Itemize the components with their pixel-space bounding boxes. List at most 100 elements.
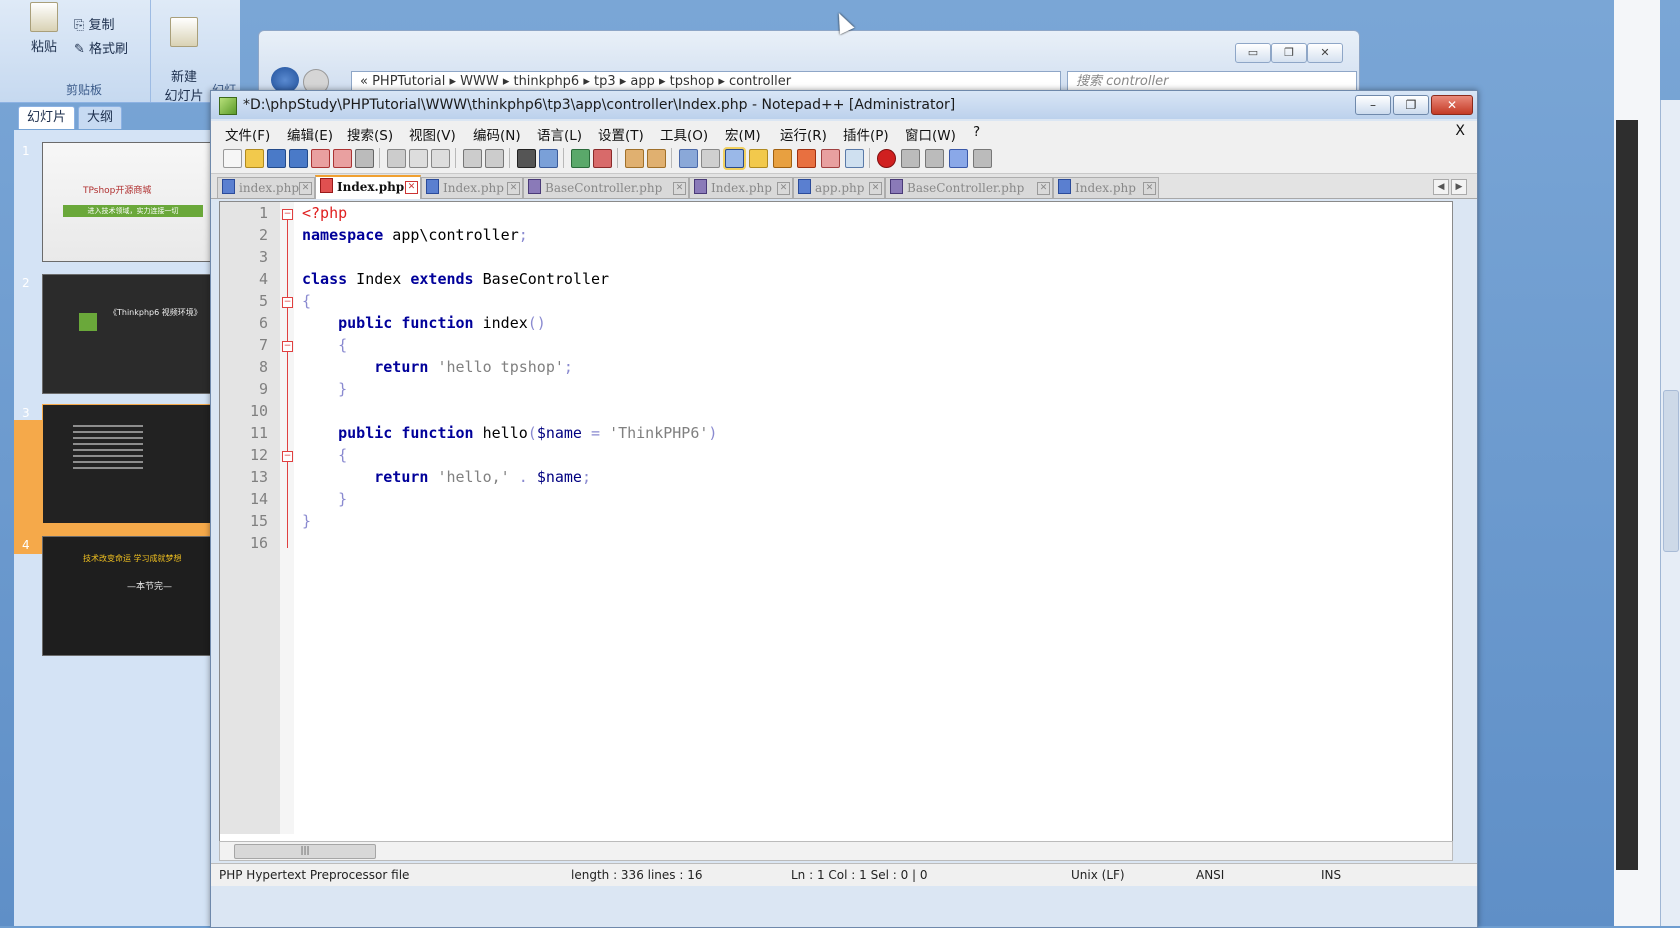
fold-toggle-icon[interactable]: − <box>282 341 293 352</box>
save-icon[interactable] <box>267 149 286 168</box>
close-icon[interactable]: ✕ <box>1037 182 1050 195</box>
print-icon[interactable] <box>355 149 374 168</box>
code-line: } <box>302 512 312 530</box>
menu-edit[interactable]: 编辑(E) <box>287 124 333 144</box>
close-icon[interactable]: ✕ <box>405 181 418 194</box>
run-macro-multiple-icon[interactable] <box>949 149 968 168</box>
show-all-chars-icon[interactable] <box>701 149 720 168</box>
code-text-area[interactable]: <?php namespace app\controller; class In… <box>294 202 1450 834</box>
close-icon[interactable]: ✕ <box>777 182 790 195</box>
tab-scroll-left-icon[interactable]: ◀ <box>1433 179 1449 195</box>
word-wrap-icon[interactable] <box>679 149 698 168</box>
menu-help[interactable]: ? <box>973 124 980 140</box>
close-all-icon[interactable] <box>333 149 352 168</box>
record-macro-icon[interactable] <box>877 149 896 168</box>
copy-button[interactable]: ⎘ 复制 <box>74 14 115 33</box>
slide-number: 4 <box>22 538 30 552</box>
replace-icon[interactable] <box>539 149 558 168</box>
menu-language[interactable]: 语言(L) <box>537 124 582 144</box>
vertical-scrollbar[interactable] <box>1660 100 1680 926</box>
menu-search[interactable]: 搜索(S) <box>347 124 393 144</box>
close-button[interactable]: ✕ <box>1431 95 1473 115</box>
save-macro-icon[interactable] <box>973 149 992 168</box>
tab-document[interactable]: Index.php ✕ <box>1053 177 1159 198</box>
find-icon[interactable] <box>517 149 536 168</box>
undo-icon[interactable] <box>463 149 482 168</box>
tab-scroll-right-icon[interactable]: ▶ <box>1451 179 1467 195</box>
zoom-out-icon[interactable] <box>593 149 612 168</box>
format-painter-button[interactable]: ✎ 格式刷 <box>74 38 128 57</box>
stop-macro-icon[interactable] <box>901 149 920 168</box>
tab-slides[interactable]: 幻灯片 <box>18 106 76 129</box>
close-icon[interactable]: ✕ <box>299 182 312 195</box>
cut-icon[interactable] <box>387 149 406 168</box>
menu-tools[interactable]: 工具(O) <box>660 124 708 144</box>
close-button[interactable]: ✕ <box>1307 43 1343 63</box>
fold-line <box>287 220 288 548</box>
menu-encoding[interactable]: 编码(N) <box>473 124 521 144</box>
tab-document-active[interactable]: Index.php ✕ <box>315 175 421 199</box>
sync-horizontal-icon[interactable] <box>647 149 666 168</box>
format-painter-label: 格式刷 <box>89 42 129 57</box>
maximize-button[interactable]: ❐ <box>1271 43 1307 63</box>
slide-thumbnail[interactable]: 技术改变命运 学习成就梦想 —本节完— <box>42 536 224 656</box>
play-macro-icon[interactable] <box>925 149 944 168</box>
menu-view[interactable]: 视图(V) <box>409 124 456 144</box>
sync-vertical-icon[interactable] <box>625 149 644 168</box>
menu-plugins[interactable]: 插件(P) <box>843 124 889 144</box>
close-icon[interactable]: ✕ <box>869 182 882 195</box>
fold-toggle-icon[interactable]: − <box>282 451 293 462</box>
scrollbar-thumb[interactable] <box>1663 390 1679 552</box>
menu-settings[interactable]: 设置(T) <box>598 124 644 144</box>
save-all-icon[interactable] <box>289 149 308 168</box>
close-document-button[interactable]: X <box>1455 123 1465 139</box>
minimize-button[interactable]: ▭ <box>1235 43 1271 63</box>
slide-thumbnail-selected[interactable] <box>42 404 224 524</box>
close-icon[interactable]: ✕ <box>1143 182 1156 195</box>
tab-document[interactable]: index.php ✕ <box>217 177 315 198</box>
title-bar[interactable]: *D:\phpStudy\PHPTutorial\WWW\thinkphp6\t… <box>211 91 1477 119</box>
new-file-icon[interactable] <box>223 149 242 168</box>
tab-label: Index.php <box>711 181 772 195</box>
function-list-icon[interactable] <box>773 149 792 168</box>
code-editor[interactable]: 1 2 3 4 5 6 7 8 9 10 11 12 13 14 15 16 −… <box>219 201 1453 843</box>
close-file-icon[interactable] <box>311 149 330 168</box>
tab-document[interactable]: app.php ✕ <box>793 177 885 198</box>
slide-thumbnail[interactable]: TPshop开源商城 进入技术领域，实力连接一切 <box>42 142 224 262</box>
close-icon[interactable]: ✕ <box>673 182 686 195</box>
tab-document[interactable]: BaseController.php ✕ <box>885 177 1053 198</box>
tab-document[interactable]: BaseController.php ✕ <box>523 177 689 198</box>
menu-window[interactable]: 窗口(W) <box>905 124 956 144</box>
fold-toggle-icon[interactable]: − <box>282 209 293 220</box>
line-number: 5 <box>258 292 268 310</box>
horizontal-scrollbar[interactable]: ||| <box>219 841 1453 861</box>
folder-workspace-icon[interactable] <box>797 149 816 168</box>
maximize-button[interactable]: ❐ <box>1393 95 1429 115</box>
zoom-in-icon[interactable] <box>571 149 590 168</box>
toolbar-separator <box>379 148 380 168</box>
fold-toggle-icon[interactable]: − <box>282 297 293 308</box>
paste-icon[interactable] <box>431 149 450 168</box>
toolbar-separator <box>455 148 456 168</box>
minimize-button[interactable]: – <box>1355 95 1391 115</box>
line-number: 4 <box>258 270 268 288</box>
line-number: 16 <box>249 534 268 552</box>
menu-macro[interactable]: 宏(M) <box>725 124 761 144</box>
tab-document[interactable]: Index.php ✕ <box>689 177 793 198</box>
code-line: return 'hello,' . $name; <box>374 468 591 486</box>
scrollbar-thumb[interactable]: ||| <box>234 844 376 859</box>
tab-document[interactable]: Index.php ✕ <box>421 177 523 198</box>
paste-button[interactable]: 粘贴 <box>26 2 62 55</box>
menu-file[interactable]: 文件(F) <box>225 124 270 144</box>
open-file-icon[interactable] <box>245 149 264 168</box>
tab-outline[interactable]: 大纲 <box>78 106 123 129</box>
close-icon[interactable]: ✕ <box>507 182 520 195</box>
indent-guide-icon[interactable] <box>725 149 744 168</box>
preview-icon[interactable] <box>845 149 864 168</box>
slide-thumbnail[interactable]: 《Thinkphp6 视频环境》 <box>42 274 224 394</box>
menu-run[interactable]: 运行(R) <box>780 124 827 144</box>
redo-icon[interactable] <box>485 149 504 168</box>
copy-icon[interactable] <box>409 149 428 168</box>
monitoring-icon[interactable] <box>821 149 840 168</box>
doc-map-icon[interactable] <box>749 149 768 168</box>
